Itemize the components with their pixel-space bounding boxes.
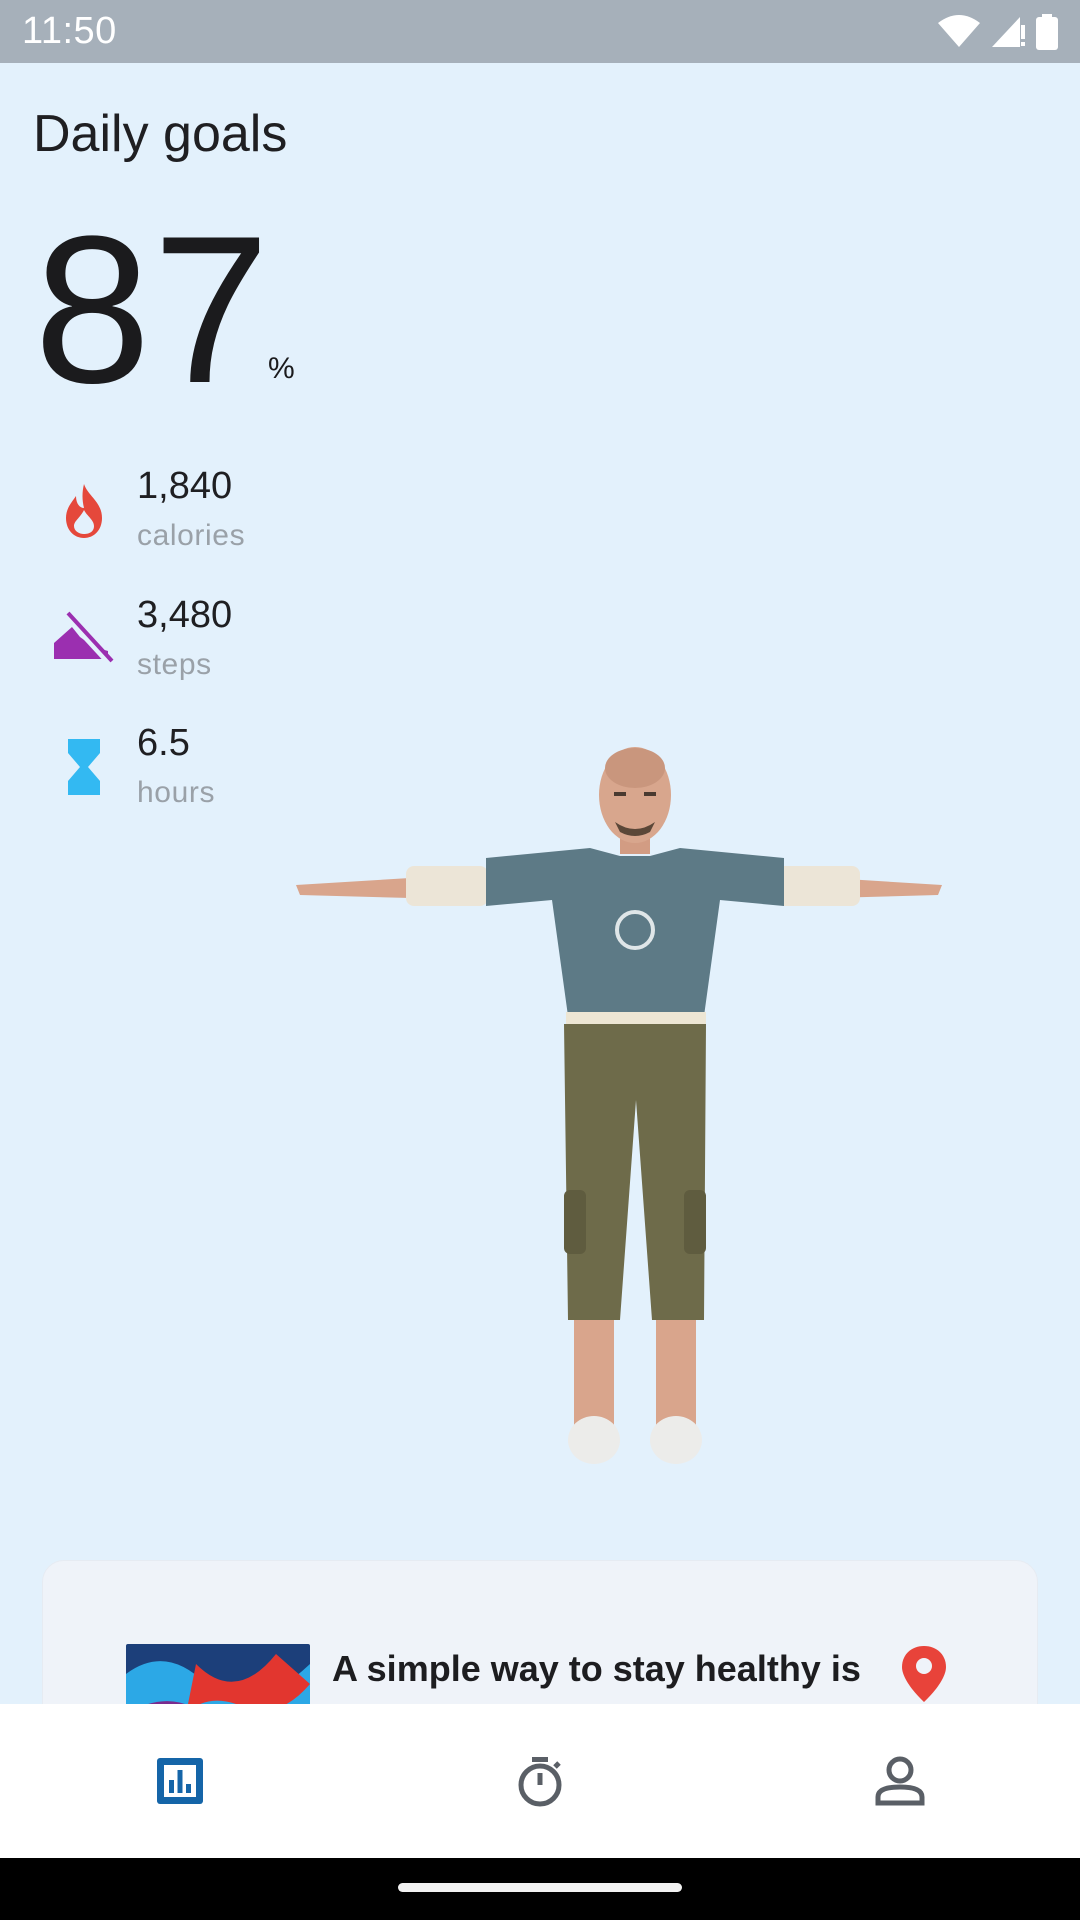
goal-unit: % xyxy=(268,352,295,385)
stat-calories: 1,840 calories xyxy=(0,460,500,570)
stat-value: 3,480 xyxy=(137,594,233,636)
nav-profile[interactable] xyxy=(720,1704,1080,1858)
stat-steps: 3,480 steps xyxy=(0,589,500,699)
avatar-model[interactable] xyxy=(290,740,980,1470)
status-bar: 11:50 xyxy=(0,0,1080,63)
wifi-icon xyxy=(938,14,980,47)
location-pin-icon[interactable] xyxy=(898,1644,950,1704)
nav-timer[interactable] xyxy=(360,1704,720,1858)
stat-label: hours xyxy=(137,776,216,809)
home-gesture-handle[interactable] xyxy=(398,1883,682,1892)
stat-label: calories xyxy=(137,519,246,552)
shoe-off-icon xyxy=(54,610,114,666)
battery-icon xyxy=(1036,13,1058,50)
stat-value: 6.5 xyxy=(137,722,190,764)
hourglass-icon xyxy=(68,739,100,795)
status-time: 11:50 xyxy=(22,10,117,52)
stat-label: steps xyxy=(137,648,212,681)
bottom-navigation xyxy=(0,1704,1080,1858)
timer-icon xyxy=(518,1757,562,1807)
stat-value: 1,840 xyxy=(137,465,233,507)
nav-dashboard[interactable] xyxy=(0,1704,360,1858)
status-icons xyxy=(938,13,1058,50)
goal-percentage: 87 xyxy=(34,192,272,427)
insights-icon xyxy=(157,1758,203,1804)
flame-icon xyxy=(66,484,102,538)
page-title: Daily goals xyxy=(33,105,288,163)
tip-text: A simple way to stay healthy is xyxy=(332,1648,861,1689)
signal-icon xyxy=(992,16,1025,47)
profile-icon xyxy=(875,1756,925,1806)
